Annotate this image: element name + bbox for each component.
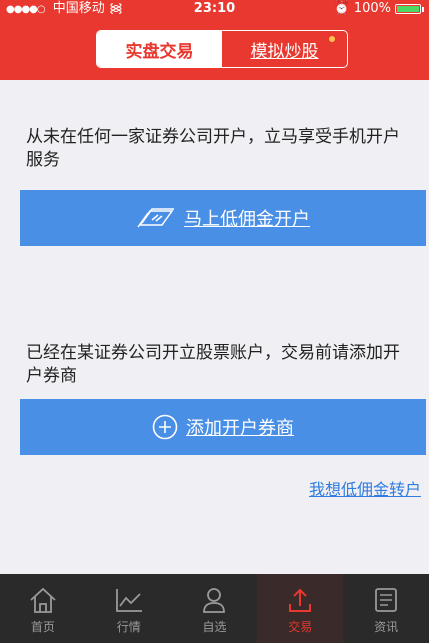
tab-market[interactable]: 行情 — [86, 574, 172, 643]
add-broker-button[interactable]: 添加开户券商 — [20, 399, 426, 455]
low-commission-transfer-link[interactable]: 我想低佣金转户 — [309, 476, 421, 500]
alarm-icon: ⏰ — [333, 1, 350, 16]
user-icon — [199, 586, 229, 614]
news-icon — [371, 586, 401, 614]
new-account-description: 从未在任何一家证券公司开户，立马享受手机开户服务 — [26, 127, 400, 170]
open-account-button[interactable]: 马上低佣金开户 — [20, 190, 426, 246]
tab-home-label: 首页 — [30, 620, 55, 634]
main-content: 从未在任何一家证券公司开户，立马享受手机开户服务 马上低佣金开户 已经在某证券公… — [0, 80, 429, 574]
battery-percent: 100% — [353, 1, 391, 16]
tab-home[interactable]: 首页 — [0, 574, 86, 643]
tab-real-trade-label: 实盘交易 — [125, 41, 194, 62]
home-icon — [28, 586, 58, 614]
tab-trade-label: 交易 — [288, 620, 313, 634]
tab-trade[interactable]: 交易 — [257, 574, 344, 643]
tab-simulated-trade[interactable]: 模拟炒股 — [222, 31, 347, 67]
plus-circle-icon — [152, 414, 178, 440]
trade-mode-switch: 实盘交易 模拟炒股 — [96, 30, 348, 68]
tab-news[interactable]: 资讯 — [343, 574, 429, 643]
battery-fill — [397, 6, 419, 12]
existing-account-description: 已经在某证券公司开立股票账户，交易前请添加开户券商 — [26, 343, 400, 386]
open-account-label: 马上低佣金开户 — [184, 209, 310, 230]
add-broker-label: 添加开户券商 — [186, 418, 294, 439]
status-bar: ●●●●○ 中国移动 ᯼ 23:10 ⏰ 100% — [0, 0, 429, 18]
notification-dot — [329, 36, 335, 42]
chart-icon — [114, 586, 144, 614]
tab-market-label: 行情 — [116, 620, 141, 634]
top-bar: ●●●●○ 中国移动 ᯼ 23:10 ⏰ 100% 实盘交易 模拟炒股 — [0, 0, 429, 80]
tab-watchlist[interactable]: 自选 — [172, 574, 258, 643]
battery-icon — [395, 4, 424, 14]
money-stack-icon — [136, 207, 176, 229]
tab-watchlist-label: 自选 — [202, 620, 227, 634]
tab-real-trade[interactable]: 实盘交易 — [97, 31, 222, 67]
tab-news-label: 资讯 — [374, 620, 399, 634]
upload-icon — [285, 586, 315, 614]
status-right: ⏰ 100% — [333, 0, 424, 18]
bottom-tab-bar: 首页 行情 自选 交易 资讯 — [0, 574, 429, 643]
tab-simulated-trade-label: 模拟炒股 — [250, 41, 319, 62]
